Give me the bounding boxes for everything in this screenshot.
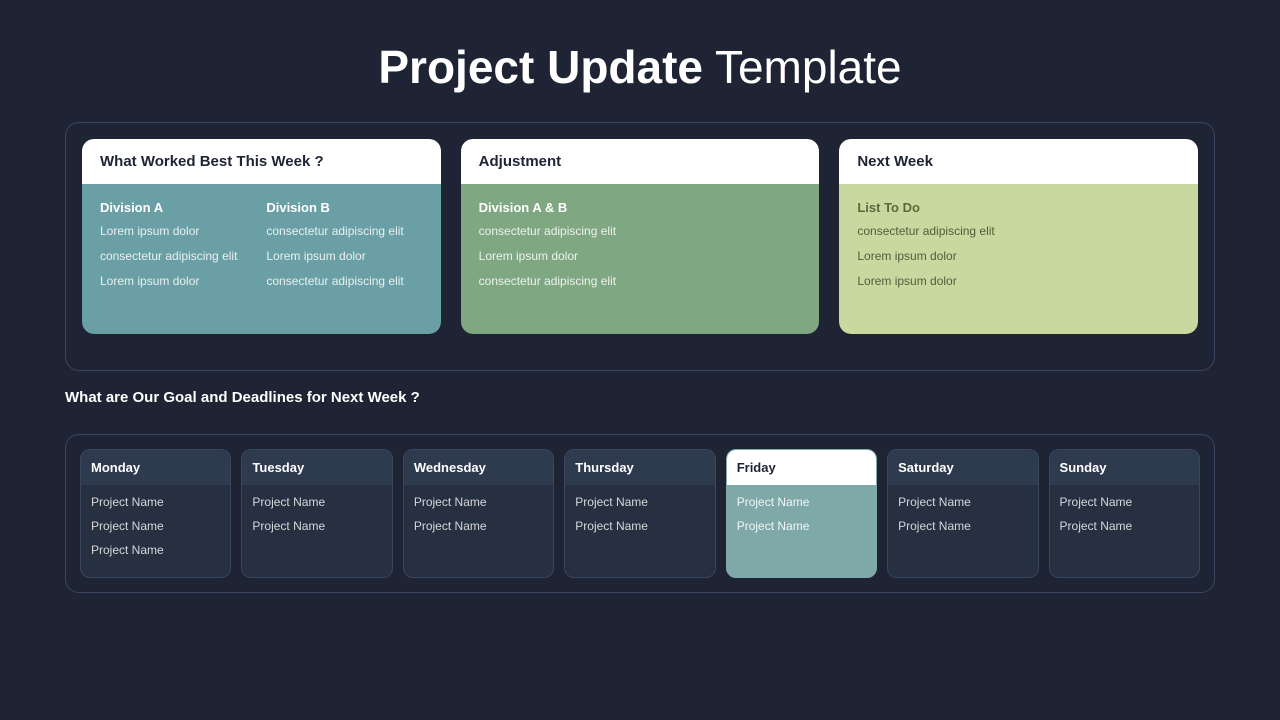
thursday-project-2: Project Name <box>575 519 704 533</box>
next-week-body: List To Do consectetur adipiscing elit L… <box>839 184 1198 334</box>
saturday-project-1: Project Name <box>898 495 1027 509</box>
next-week-header: Next Week <box>839 139 1198 184</box>
tuesday-header: Tuesday <box>242 450 391 485</box>
what-worked-columns: Division A Lorem ipsum dolor consectetur… <box>100 200 423 297</box>
monday-label: Monday <box>91 460 220 475</box>
wednesday-project-2: Project Name <box>414 519 543 533</box>
division-a-item-2: consectetur adipiscing elit <box>100 248 256 265</box>
wednesday-body: Project Name Project Name <box>404 485 553 553</box>
tuesday-column: Tuesday Project Name Project Name <box>241 449 392 578</box>
next-week-card: Next Week List To Do consectetur adipisc… <box>839 139 1198 334</box>
monday-project-2: Project Name <box>91 519 220 533</box>
sunday-label: Sunday <box>1060 460 1189 475</box>
next-week-item-2: Lorem ipsum dolor <box>857 248 1180 265</box>
top-cards: What Worked Best This Week ? Division A … <box>82 139 1198 334</box>
what-worked-header: What Worked Best This Week ? <box>82 139 441 184</box>
adjustment-item-3: consectetur adipiscing elit <box>479 273 802 290</box>
what-worked-body: Division A Lorem ipsum dolor consectetur… <box>82 184 441 334</box>
adjustment-card: Adjustment Division A & B consectetur ad… <box>461 139 820 334</box>
division-b-title: Division B <box>266 200 422 215</box>
wednesday-label: Wednesday <box>414 460 543 475</box>
tuesday-project-2: Project Name <box>252 519 381 533</box>
calendar-section: Monday Project Name Project Name Project… <box>65 434 1215 593</box>
thursday-project-1: Project Name <box>575 495 704 509</box>
sunday-project-2: Project Name <box>1060 519 1189 533</box>
monday-header: Monday <box>81 450 230 485</box>
page-title: Project Update Template <box>65 40 1215 94</box>
saturday-column: Saturday Project Name Project Name <box>887 449 1038 578</box>
monday-body: Project Name Project Name Project Name <box>81 485 230 577</box>
thursday-body: Project Name Project Name <box>565 485 714 553</box>
list-to-do-title: List To Do <box>857 200 1180 215</box>
goals-section: What are Our Goal and Deadlines for Next… <box>65 389 1215 420</box>
thursday-column: Thursday Project Name Project Name <box>564 449 715 578</box>
thursday-label: Thursday <box>575 460 704 475</box>
division-b-item-2: Lorem ipsum dolor <box>266 248 422 265</box>
adjustment-item-2: Lorem ipsum dolor <box>479 248 802 265</box>
page-wrapper: Project Update Template What Worked Best… <box>0 0 1280 720</box>
monday-project-1: Project Name <box>91 495 220 509</box>
monday-project-3: Project Name <box>91 543 220 557</box>
adjustment-item-1: consectetur adipiscing elit <box>479 223 802 240</box>
sunday-body: Project Name Project Name <box>1050 485 1199 553</box>
calendar-grid: Monday Project Name Project Name Project… <box>80 449 1200 578</box>
friday-project-2: Project Name <box>737 519 866 533</box>
division-b-item-3: consectetur adipiscing elit <box>266 273 422 290</box>
monday-column: Monday Project Name Project Name Project… <box>80 449 231 578</box>
wednesday-header: Wednesday <box>404 450 553 485</box>
division-a-item-1: Lorem ipsum dolor <box>100 223 256 240</box>
page-title-bold: Project Update <box>378 41 703 93</box>
wednesday-project-1: Project Name <box>414 495 543 509</box>
top-section: What Worked Best This Week ? Division A … <box>65 122 1215 371</box>
tuesday-project-1: Project Name <box>252 495 381 509</box>
tuesday-body: Project Name Project Name <box>242 485 391 553</box>
adjustment-title: Adjustment <box>479 153 802 170</box>
tuesday-label: Tuesday <box>252 460 381 475</box>
adjustment-body: Division A & B consectetur adipiscing el… <box>461 184 820 334</box>
saturday-body: Project Name Project Name <box>888 485 1037 553</box>
division-b-col: Division B consectetur adipiscing elit L… <box>266 200 422 297</box>
friday-header: Friday <box>727 450 876 485</box>
next-week-item-3: Lorem ipsum dolor <box>857 273 1180 290</box>
adjustment-division-title: Division A & B <box>479 200 802 215</box>
thursday-header: Thursday <box>565 450 714 485</box>
division-a-item-3: Lorem ipsum dolor <box>100 273 256 290</box>
division-a-title: Division A <box>100 200 256 215</box>
saturday-project-2: Project Name <box>898 519 1027 533</box>
division-a-col: Division A Lorem ipsum dolor consectetur… <box>100 200 256 297</box>
goals-title: What are Our Goal and Deadlines for Next… <box>65 389 1215 406</box>
page-title-regular: Template <box>703 41 902 93</box>
sunday-column: Sunday Project Name Project Name <box>1049 449 1200 578</box>
sunday-header: Sunday <box>1050 450 1199 485</box>
sunday-project-1: Project Name <box>1060 495 1189 509</box>
next-week-title: Next Week <box>857 153 1180 170</box>
what-worked-title: What Worked Best This Week ? <box>100 153 423 170</box>
next-week-item-1: consectetur adipiscing elit <box>857 223 1180 240</box>
friday-label: Friday <box>737 460 866 475</box>
saturday-label: Saturday <box>898 460 1027 475</box>
friday-project-1: Project Name <box>737 495 866 509</box>
page-header: Project Update Template <box>65 30 1215 94</box>
adjustment-header: Adjustment <box>461 139 820 184</box>
what-worked-card: What Worked Best This Week ? Division A … <box>82 139 441 334</box>
wednesday-column: Wednesday Project Name Project Name <box>403 449 554 578</box>
friday-body: Project Name Project Name <box>727 485 876 553</box>
friday-column: Friday Project Name Project Name <box>726 449 877 578</box>
saturday-header: Saturday <box>888 450 1037 485</box>
division-b-item-1: consectetur adipiscing elit <box>266 223 422 240</box>
